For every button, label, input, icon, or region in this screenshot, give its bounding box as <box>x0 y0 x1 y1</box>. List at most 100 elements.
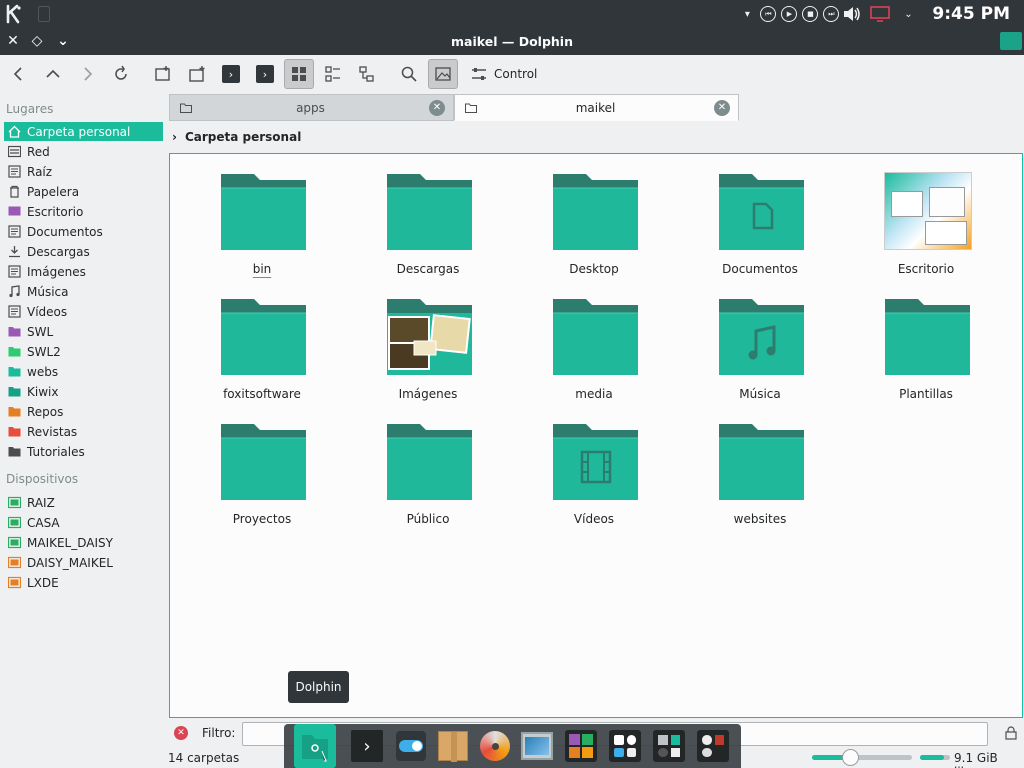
tab-apps[interactable]: apps ✕ <box>169 94 454 121</box>
sidebar-item-kiwix[interactable]: Kiwix <box>4 382 163 401</box>
terminal-icon[interactable]: › <box>216 59 246 89</box>
sidebar-item-label: Vídeos <box>27 304 68 319</box>
close-tab-icon[interactable]: ✕ <box>429 99 445 116</box>
sidebar-item-label: Kiwix <box>27 384 59 399</box>
multimedia-apps-icon[interactable] <box>652 729 686 763</box>
close-tab-icon[interactable]: ✕ <box>714 99 730 116</box>
settings-toggle-icon[interactable] <box>394 729 428 763</box>
sidebar-item-escritorio[interactable]: Escritorio <box>4 202 163 221</box>
back-icon[interactable] <box>4 59 34 89</box>
details-view-icon[interactable] <box>352 59 382 89</box>
reload-icon[interactable] <box>106 59 136 89</box>
folder-item[interactable]: websites <box>685 412 835 530</box>
sidebar-item-documentos[interactable]: Documentos <box>4 222 163 241</box>
cd-burner-icon[interactable] <box>478 729 512 763</box>
sidebar-item-carpeta-personal[interactable]: Carpeta personal <box>4 122 163 141</box>
sidebar-item-red[interactable]: Red <box>4 142 163 161</box>
sidebar-item-repos[interactable]: Repos <box>4 402 163 421</box>
folder-item[interactable]: Proyectos <box>187 412 337 530</box>
breadcrumb-location[interactable]: Carpeta personal <box>185 130 301 144</box>
forward-icon[interactable] <box>72 59 102 89</box>
system-apps-icon[interactable] <box>608 729 642 763</box>
folder-item[interactable]: Imágenes <box>353 287 503 405</box>
drive-green-icon <box>8 496 21 509</box>
desktop-icon <box>8 206 21 216</box>
archive-box-icon[interactable] <box>436 729 470 763</box>
breadcrumb[interactable]: › Carpeta personal <box>170 127 301 147</box>
search-icon[interactable] <box>394 59 424 89</box>
file-view[interactable]: bin Descargas Desktop Documentos Escritorio f… <box>169 153 1023 718</box>
sidebar-item-descargas[interactable]: Descargas <box>4 242 163 261</box>
folder-green-icon <box>8 347 21 357</box>
folder-item[interactable]: media <box>519 287 669 405</box>
folder-name: bin <box>252 262 272 276</box>
places-panel: Lugares Carpeta personal Red Raíz Papelera E… <box>0 93 166 768</box>
sidebar-item-swl2[interactable]: SWL2 <box>4 342 163 361</box>
sidebar-item-raiz[interactable]: RAIZ <box>4 493 163 512</box>
zoom-slider-handle[interactable] <box>842 749 859 766</box>
sidebar-item-webs[interactable]: webs <box>4 362 163 381</box>
sidebar-item-vídeos[interactable]: Vídeos <box>4 302 163 321</box>
volume-icon[interactable] <box>842 4 862 24</box>
chevron-right-icon[interactable]: › <box>172 130 177 144</box>
kde-launcher-icon[interactable] <box>2 2 26 26</box>
folder-item[interactable]: Público <box>353 412 503 530</box>
dolphin-icon[interactable] <box>294 724 336 768</box>
sidebar-item-revistas[interactable]: Revistas <box>4 422 163 441</box>
close-filter-icon[interactable]: ✕ <box>174 726 188 740</box>
new-folder-icon[interactable] <box>148 59 178 89</box>
folder-item[interactable]: Vídeos <box>519 412 669 530</box>
folder-item[interactable]: Escritorio <box>851 162 1001 280</box>
lock-icon[interactable] <box>1004 726 1018 740</box>
media-play-icon[interactable]: ▶ <box>779 4 799 24</box>
sidebar-item-swl[interactable]: SWL <box>4 322 163 341</box>
sidebar-item-label: Carpeta personal <box>27 124 131 139</box>
clock[interactable]: 9:45 PM <box>932 4 1010 24</box>
terminal-panel-icon[interactable]: › <box>250 59 280 89</box>
tab-maikel[interactable]: maikel ✕ <box>454 94 739 121</box>
folder-item[interactable]: Música <box>685 287 835 405</box>
sidebar-item-maikel-daisy[interactable]: MAIKEL_DAISY <box>4 533 163 552</box>
image-viewer-icon[interactable] <box>520 729 554 763</box>
office-apps-icon[interactable] <box>564 729 598 763</box>
network-monitor-icon[interactable] <box>870 4 891 24</box>
folder-item[interactable]: Documentos <box>685 162 835 280</box>
sidebar-item-imágenes[interactable]: Imágenes <box>4 262 163 281</box>
zoom-slider[interactable] <box>812 749 912 766</box>
taskbar-window-button[interactable] <box>38 6 50 22</box>
folder-item[interactable]: Plantillas <box>851 287 1001 405</box>
window-titlebar[interactable]: ✕ ◇ ⌄ maikel — Dolphin <box>0 28 1024 55</box>
folder-icon <box>386 172 474 252</box>
folder-name: Escritorio <box>897 262 955 276</box>
sidebar-item-tutoriales[interactable]: Tutoriales <box>4 442 163 461</box>
media-next-icon[interactable]: ⏭ <box>821 4 841 24</box>
control-menu-button[interactable]: Control <box>470 63 537 85</box>
konsole-icon[interactable]: › <box>350 729 384 763</box>
up-icon[interactable] <box>38 59 68 89</box>
sidebar-item-raíz[interactable]: Raíz <box>4 162 163 181</box>
sidebar-item-daisy-maikel[interactable]: DAISY_MAIKEL <box>4 553 163 572</box>
new-tab-icon[interactable] <box>182 59 212 89</box>
tray-expand-icon[interactable]: ⌄ <box>898 4 918 24</box>
sidebar-item-casa[interactable]: CASA <box>4 513 163 532</box>
icons-view-icon[interactable] <box>284 59 314 89</box>
graphics-apps-icon[interactable] <box>696 729 730 763</box>
chevron-down-icon[interactable]: ▾ <box>737 4 757 24</box>
folder-icon <box>180 103 192 113</box>
sidebar-item-lxde[interactable]: LXDE <box>4 573 163 592</box>
preview-icon[interactable] <box>428 59 458 89</box>
folder-item[interactable]: foxitsoftware <box>187 287 337 405</box>
home-icon <box>8 125 21 138</box>
sidebar-item-label: Música <box>27 284 69 299</box>
compact-view-icon[interactable] <box>318 59 348 89</box>
folder-item[interactable]: Desktop <box>519 162 669 280</box>
sidebar-item-papelera[interactable]: Papelera <box>4 182 163 201</box>
sidebar-item-label: Imágenes <box>27 264 86 279</box>
sidebar-item-música[interactable]: Música <box>4 282 163 301</box>
folder-item[interactable]: Descargas <box>353 162 503 280</box>
tab-label: apps <box>296 100 325 115</box>
media-stop-icon[interactable]: ■ <box>800 4 820 24</box>
sidebar-item-label: Red <box>27 144 50 159</box>
folder-item[interactable]: bin <box>187 162 337 280</box>
media-previous-icon[interactable]: ⏮ <box>758 4 778 24</box>
